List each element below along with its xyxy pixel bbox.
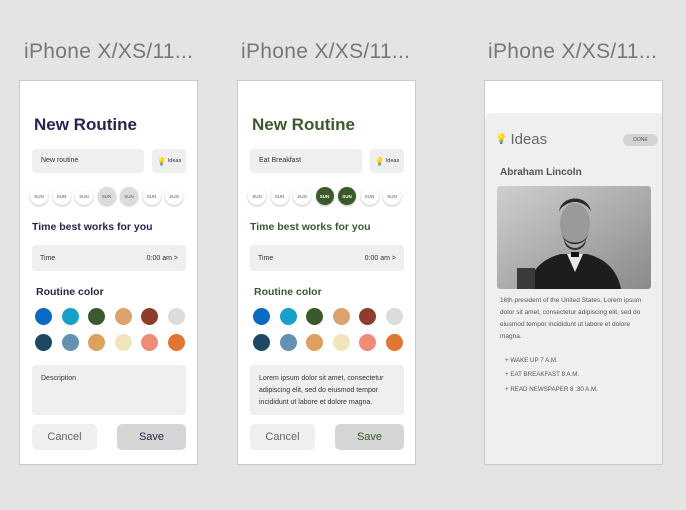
color-swatch[interactable] [61, 334, 79, 351]
day-toggle[interactable]: SUN [338, 187, 356, 205]
color-swatch[interactable] [253, 308, 270, 325]
color-section-heading: Routine color [254, 286, 322, 298]
time-section-heading: Time best works for you [250, 221, 371, 233]
color-swatch[interactable] [61, 308, 79, 325]
day-toggle[interactable]: SUN [293, 187, 311, 205]
color-swatch[interactable] [88, 308, 106, 325]
phone-frame-ideas: 💡 Ideas DONE Abraham Lincoln 16th presid… [484, 80, 663, 465]
cancel-button[interactable]: Cancel [32, 424, 97, 450]
routine-name-input[interactable]: Eat Breakfast [250, 149, 362, 173]
color-swatch[interactable] [332, 308, 350, 325]
color-swatch[interactable] [385, 308, 403, 325]
idea-person-name: Abraham Lincoln [500, 167, 582, 178]
save-button[interactable]: Save [335, 424, 404, 450]
color-swatch[interactable] [167, 308, 185, 325]
day-toggle[interactable]: SUN [315, 187, 334, 205]
color-swatch-row [35, 308, 185, 325]
day-toggle[interactable]: SUN [75, 187, 93, 205]
ideas-card [485, 113, 662, 464]
color-swatch[interactable] [279, 334, 297, 351]
time-label: Time [258, 254, 274, 262]
time-value: 0:00 am > [146, 254, 178, 262]
ideas-heading: Ideas [510, 131, 548, 148]
day-toggle[interactable]: SUN [270, 187, 289, 205]
day-toggle[interactable]: SUN [383, 187, 401, 205]
ideas-button-label: Ideas [167, 158, 182, 164]
time-value: 0:00 am > [364, 254, 396, 262]
color-swatch[interactable] [167, 334, 185, 351]
routine-name-input[interactable]: New routine [32, 149, 144, 173]
routine-step: + READ NEWSPAPER 8 :30 A.M. [505, 385, 598, 393]
color-swatch[interactable] [114, 308, 132, 325]
ideas-button-label: Ideas [385, 158, 400, 164]
color-section-heading: Routine color [36, 286, 104, 298]
color-swatch[interactable] [332, 334, 350, 351]
color-swatch[interactable] [114, 334, 132, 351]
time-label: Time [40, 254, 56, 262]
day-toggle[interactable]: SUN [52, 187, 71, 205]
time-picker[interactable]: Time 0:00 am > [250, 245, 404, 271]
portrait-photo [497, 186, 651, 289]
time-section-heading: Time best works for you [32, 221, 153, 233]
day-toggle[interactable]: SUN [360, 187, 379, 205]
day-toggle[interactable]: SUN [30, 187, 48, 205]
color-swatch[interactable] [306, 334, 324, 351]
lightbulb-icon: 💡 [156, 156, 167, 166]
description-field[interactable]: Lorem ipsum dolor sit amet, consectetur … [250, 365, 404, 415]
page-title: New Routine [34, 115, 137, 134]
day-toggle[interactable]: SUN [120, 187, 138, 205]
idea-description: 16th president of the United States. Lor… [500, 297, 642, 341]
day-toggle[interactable]: SUN [165, 187, 183, 205]
color-swatch[interactable] [279, 308, 297, 325]
color-swatch[interactable] [306, 308, 324, 325]
phone-frame-filled-routine: New Routine Eat Breakfast 💡 Ideas SUN SU… [237, 80, 416, 465]
color-swatch[interactable] [385, 334, 403, 351]
color-swatch[interactable] [88, 334, 106, 351]
day-selector: SUN SUN SUN SUN SUN SUN SUN [30, 187, 183, 205]
day-toggle[interactable]: SUN [97, 187, 116, 205]
color-swatch[interactable] [35, 308, 52, 325]
color-swatch[interactable] [359, 308, 377, 325]
ideas-button[interactable]: 💡 Ideas [152, 149, 186, 173]
color-swatch-row [253, 308, 403, 325]
color-swatch-row [253, 334, 403, 351]
day-toggle[interactable]: SUN [248, 187, 266, 205]
color-swatch[interactable] [141, 334, 159, 351]
color-swatch[interactable] [35, 334, 52, 351]
description-field[interactable]: Description [32, 365, 186, 415]
lightbulb-icon: 💡 [374, 156, 385, 166]
cancel-button[interactable]: Cancel [250, 424, 315, 450]
color-swatch[interactable] [141, 308, 159, 325]
frame-title-2: iPhone X/XS/11... [241, 40, 411, 63]
color-swatch[interactable] [359, 334, 377, 351]
color-swatch-row [35, 334, 185, 351]
phone-frame-new-routine: New Routine New routine 💡 Ideas SUN SUN … [19, 80, 198, 465]
done-button[interactable]: DONE [623, 134, 658, 146]
routine-step-list: + WAKE UP 7 A.M. + EAT BREAKFAST 8 A.M. … [505, 354, 598, 397]
day-selector: SUN SUN SUN SUN SUN SUN SUN [248, 187, 401, 205]
page-title: 💡 Ideas [495, 131, 547, 148]
time-picker[interactable]: Time 0:00 am > [32, 245, 186, 271]
page-title: New Routine [252, 115, 355, 134]
frame-title-3: iPhone X/XS/11... [488, 40, 658, 63]
lightbulb-icon: 💡 [495, 134, 508, 145]
routine-step: + WAKE UP 7 A.M. [505, 357, 558, 364]
frame-title-1: iPhone X/XS/11... [24, 40, 194, 63]
ideas-button[interactable]: 💡 Ideas [370, 149, 404, 173]
save-button[interactable]: Save [117, 424, 186, 450]
color-swatch[interactable] [253, 334, 270, 351]
day-toggle[interactable]: SUN [142, 187, 161, 205]
routine-step: + EAT BREAKFAST 8 A.M. [505, 371, 580, 379]
